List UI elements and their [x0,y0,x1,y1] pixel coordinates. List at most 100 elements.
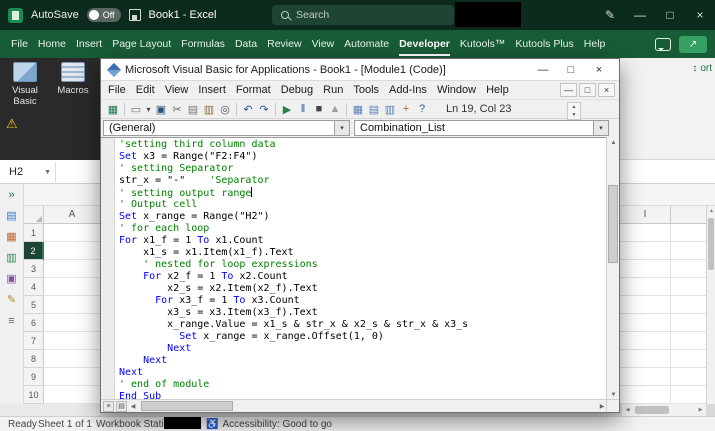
vba-close-button[interactable]: × [585,60,613,80]
vba-titlebar[interactable]: Microsoft Visual Basic for Applications … [101,59,619,81]
scrollbar-thumb[interactable] [608,185,618,263]
code-line[interactable]: ' nested for loop expressions [119,259,468,271]
toolbar-scroll-buttons[interactable]: ▲ ▼ [567,102,581,120]
ribbon-tab-developer[interactable]: Developer [394,30,455,58]
module-close-button[interactable]: × [598,83,615,97]
row-header-4[interactable]: 4 [24,278,44,296]
ribbon-tab-data[interactable]: Data [230,30,262,58]
spin-up-icon[interactable]: ▲ [568,103,580,111]
sheet-vertical-scrollbar[interactable]: ▲ [706,206,715,404]
cell-A2[interactable] [44,242,100,260]
object-dropdown[interactable]: (General) ▾ [103,120,350,136]
procedure-view-button[interactable]: ≡ [103,400,114,412]
scroll-right-icon[interactable]: ▶ [695,404,706,416]
vba-menu-insert[interactable]: Insert [193,84,231,96]
cell-A5[interactable] [44,296,100,314]
workbook-pane-icon[interactable]: ▤ [6,210,16,222]
insert-dropdown-icon[interactable]: ▾ [144,101,153,117]
break-icon[interactable]: ‖ [295,101,311,117]
vba-menu-run[interactable]: Run [318,84,348,96]
search-box[interactable]: Search [272,5,454,25]
row-header-5[interactable]: 5 [24,296,44,314]
cell-A1[interactable] [44,224,100,242]
redo-icon[interactable]: ↷ [256,101,272,117]
vba-menu-file[interactable]: File [103,84,131,96]
code-line[interactable]: x_range.Value = x1_s & str_x & x2_s & st… [119,319,468,331]
code-line[interactable]: Set x_range = Range("H2") [119,211,468,223]
cell-A6[interactable] [44,314,100,332]
macros-button[interactable]: Macros [50,62,96,96]
dropdown-icon[interactable]: ▾ [593,121,608,135]
run-icon[interactable]: ▶ [279,101,295,117]
object-browser-icon[interactable]: ▥ [382,101,398,117]
column-list-icon[interactable]: ▥ [6,252,16,264]
ribbon-tab-kutools-plus[interactable]: Kutools Plus [510,30,578,58]
sort-button-fragment[interactable]: ↕ ort [692,63,712,74]
undo-icon[interactable]: ↶ [240,101,256,117]
code-line[interactable]: ' end of module [119,379,468,391]
code-horizontal-scrollbar[interactable]: ≡ ▤ ◀ ▶ [101,399,608,412]
copy-icon[interactable]: ▤ [185,101,201,117]
sheet-horizontal-scrollbar[interactable]: ◀ ▶ [622,404,706,416]
scroll-left-icon[interactable]: ◀ [127,400,139,413]
ribbon-tab-help[interactable]: Help [579,30,611,58]
cut-icon[interactable]: ✂ [169,101,185,117]
save-icon[interactable] [128,9,141,21]
scroll-up-icon[interactable]: ▲ [707,206,715,216]
vba-menu-view[interactable]: View [160,84,194,96]
edit-tools-icon[interactable]: ✎ [7,294,16,306]
vba-menu-help[interactable]: Help [481,84,514,96]
row-header-8[interactable]: 8 [24,350,44,368]
row-header-7[interactable]: 7 [24,332,44,350]
column-header-A[interactable]: A [44,206,100,223]
ribbon-tab-home[interactable]: Home [33,30,71,58]
paste-icon[interactable]: ▥ [201,101,217,117]
ribbon-tab-view[interactable]: View [307,30,340,58]
expand-pane-icon[interactable]: » [8,189,14,201]
code-vertical-scrollbar[interactable]: ▲ ▼ [606,137,619,401]
row-header-1[interactable]: 1 [24,224,44,242]
vba-menu-debug[interactable]: Debug [276,84,318,96]
cell-A10[interactable] [44,386,100,404]
toolbox-icon[interactable]: + [398,101,414,117]
titlebar-pen-icon[interactable]: ✎ [595,0,625,30]
ribbon-tab-review[interactable]: Review [262,30,306,58]
cell-A3[interactable] [44,260,100,278]
project-explorer-icon[interactable]: ▦ [350,101,366,117]
ribbon-tab-file[interactable]: File [6,30,33,58]
scrollbar-thumb[interactable] [141,400,233,411]
select-all-button[interactable]: ◢ [24,206,44,223]
vba-maximize-button[interactable]: □ [557,60,585,80]
code-line[interactable]: ' for each loop [119,223,468,235]
code-line[interactable]: ' setting Separator [119,163,468,175]
scrollbar-thumb[interactable] [635,406,669,414]
help-icon[interactable]: ? [414,101,430,117]
vba-minimize-button[interactable]: — [529,60,557,80]
code-line[interactable]: x2_s = x2.Item(x2_f).Text [119,283,468,295]
scroll-up-icon[interactable]: ▲ [607,137,620,149]
procedure-dropdown[interactable]: Combination_List ▾ [354,120,609,136]
code-editor[interactable]: 'setting third column data Set x3 = Range… [101,137,606,401]
dropdown-icon[interactable]: ▾ [334,121,349,135]
autosave-toggle[interactable]: Off [86,8,121,22]
grid-tools-icon[interactable]: ▦ [6,231,16,243]
sheet-grid-right[interactable] [620,224,706,404]
ribbon-tab-automate[interactable]: Automate [339,30,394,58]
code-line[interactable]: For x1_f = 1 To x1.Count [119,235,468,247]
row-header-6[interactable]: 6 [24,314,44,332]
code-line[interactable]: For x2_f = 1 To x2.Count [119,271,468,283]
properties-window-icon[interactable]: ▤ [366,101,382,117]
code-line[interactable]: For x3_f = 1 To x3.Count [119,295,468,307]
design-mode-icon[interactable]: ▲ [327,101,343,117]
view-excel-icon[interactable]: ▦ [105,101,121,117]
code-line[interactable]: ' setting output range [119,187,468,199]
column-header-I[interactable]: I [620,209,670,220]
vba-menu-tools[interactable]: Tools [348,84,384,96]
code-line[interactable]: Next [119,355,468,367]
cell-A7[interactable] [44,332,100,350]
visual-basic-button[interactable]: Visual Basic [2,62,48,107]
ribbon-tab-insert[interactable]: Insert [71,30,107,58]
row-header-2[interactable]: 2 [24,242,44,260]
maximize-button[interactable]: □ [655,0,685,30]
cell-A8[interactable] [44,350,100,368]
